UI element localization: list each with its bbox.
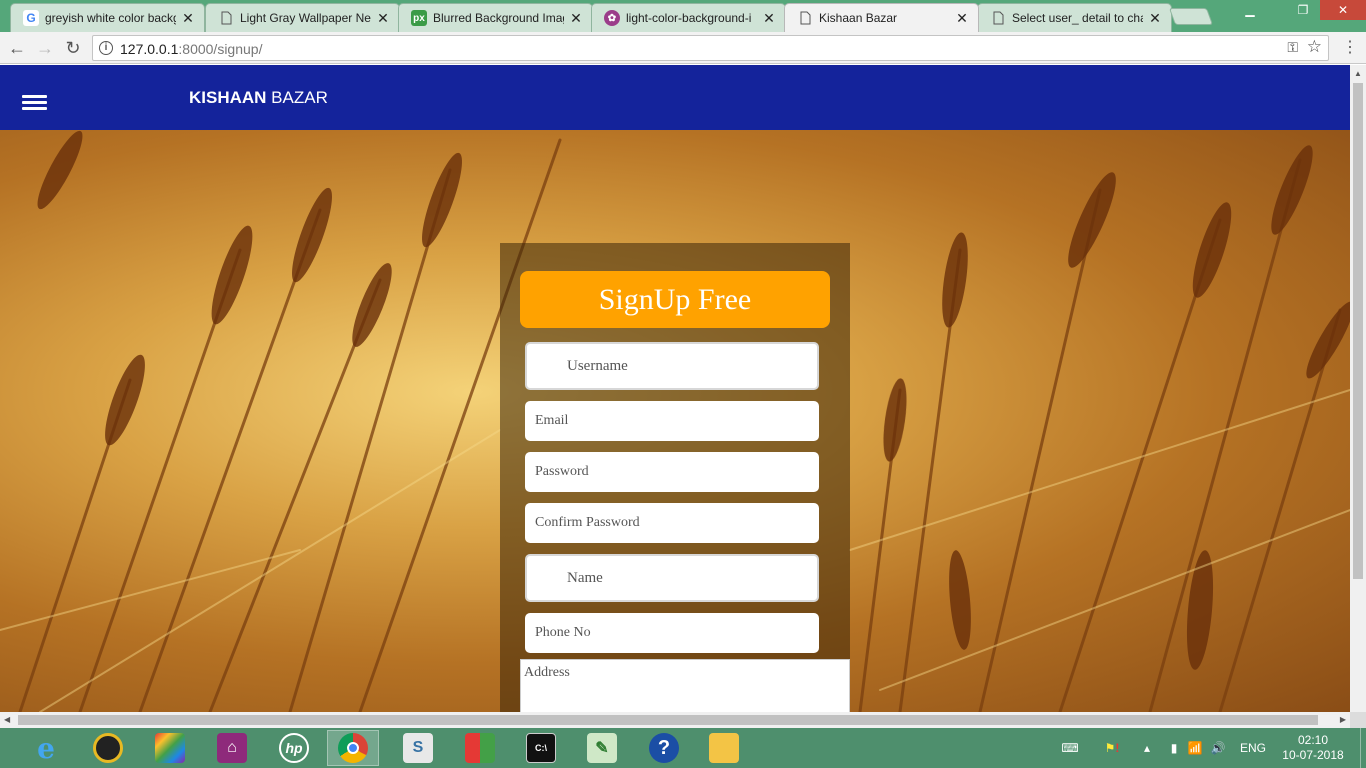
chrome-icon[interactable]: [327, 730, 379, 766]
clock-time: 02:10: [1297, 733, 1329, 747]
command-prompt-icon[interactable]: C:\: [515, 730, 567, 766]
address-placeholder: Address: [524, 665, 570, 680]
hp-icon[interactable]: hp: [268, 730, 320, 766]
python-file-icon[interactable]: S: [392, 730, 444, 766]
keyboard-icon[interactable]: ⌨: [1055, 728, 1085, 768]
scroll-up-icon[interactable]: ▲: [1354, 69, 1362, 78]
network-icon[interactable]: 📶: [1186, 728, 1204, 768]
new-tab-button[interactable]: [1168, 8, 1214, 25]
windows-taskbar: e ⌂ hp S C:\ ✎ ? ⌨ ⚑! ▴ ▮ 📶 🔊 ENG 02:10 …: [0, 728, 1366, 768]
tab-title: greyish white color backg: [45, 11, 176, 25]
scrollbar-corner: [1350, 712, 1366, 728]
tab-select-user[interactable]: Select user_ detail to char ✕: [977, 3, 1172, 32]
system-clock[interactable]: 02:10 10-07-2018: [1278, 733, 1348, 763]
menu-dots-icon[interactable]: ⋮: [1342, 37, 1358, 59]
confirm-password-placeholder: Confirm Password: [535, 515, 640, 530]
pinwheel-icon: ✿: [604, 10, 620, 26]
horizontal-scroll-thumb[interactable]: [18, 715, 1318, 725]
info-icon[interactable]: i: [99, 41, 113, 55]
tab-blurred[interactable]: px Blurred Background Imag ✕: [398, 3, 593, 32]
star-icon[interactable]: ☆: [1307, 37, 1322, 57]
scroll-right-icon[interactable]: ▶: [1340, 715, 1346, 724]
email-input[interactable]: Email: [525, 401, 819, 441]
close-icon[interactable]: ✕: [954, 10, 970, 27]
email-placeholder: Email: [535, 413, 569, 428]
tab-light-gray[interactable]: Light Gray Wallpaper Ne ✕: [205, 3, 400, 32]
projector-app-icon[interactable]: ⌂: [206, 730, 258, 766]
name-placeholder: Name: [567, 570, 603, 586]
show-desktop-button[interactable]: [1360, 728, 1366, 768]
site-navbar: KISHAAN BAZAR: [0, 65, 1350, 130]
close-window-icon[interactable]: ✕: [1320, 0, 1366, 20]
confirm-password-input[interactable]: Confirm Password: [525, 503, 819, 543]
hamburger-menu-icon[interactable]: [22, 95, 47, 110]
tab-title: Light Gray Wallpaper Ne: [240, 11, 371, 25]
url-path: :8000/signup/: [178, 41, 263, 57]
tab-strip: G greyish white color backg ✕ Light Gray…: [0, 0, 1366, 32]
username-placeholder: Username: [567, 358, 628, 374]
tab-title: Blurred Background Imag: [433, 11, 564, 25]
tab-kishaan-bazar[interactable]: Kishaan Bazar ✕: [784, 3, 979, 32]
restore-icon[interactable]: ❐: [1290, 0, 1316, 20]
minimize-icon[interactable]: ▁: [1238, 0, 1262, 20]
language-indicator[interactable]: ENG: [1236, 728, 1270, 768]
help-icon[interactable]: ?: [638, 730, 690, 766]
tab-light-color[interactable]: ✿ light-color-background-i ✕: [591, 3, 786, 32]
tab-greyish[interactable]: G greyish white color backg ✕: [10, 3, 205, 32]
tab-title: light-color-background-i: [626, 11, 752, 25]
address-bar[interactable]: i 127.0.0.1:8000/signup/ ⚿ ☆: [92, 35, 1329, 61]
vertical-scroll-thumb[interactable]: [1353, 83, 1363, 579]
close-icon[interactable]: ✕: [1147, 10, 1163, 27]
phone-input[interactable]: Phone No: [525, 613, 819, 653]
show-hidden-icons[interactable]: ▴: [1138, 728, 1156, 768]
action-center-icon[interactable]: ⚑!: [1095, 728, 1129, 768]
back-arrow-icon[interactable]: ←: [6, 37, 28, 59]
name-input[interactable]: Name: [525, 554, 819, 602]
tab-title: Kishaan Bazar: [819, 11, 898, 25]
vertical-scrollbar[interactable]: ▲: [1350, 65, 1366, 712]
tab-title: Select user_ detail to char: [1012, 11, 1143, 25]
username-input[interactable]: Username: [525, 342, 819, 390]
page-icon: [990, 10, 1006, 26]
browser-toolbar: ← → ↻ i 127.0.0.1:8000/signup/ ⚿ ☆ ⋮: [0, 32, 1366, 64]
scroll-left-icon[interactable]: ◀: [4, 715, 10, 724]
internet-explorer-icon[interactable]: e: [20, 730, 72, 766]
signup-form-panel: SignUp Free Username Email Password Conf…: [500, 243, 850, 712]
file-explorer-icon[interactable]: [698, 730, 750, 766]
brand-rest: BAZAR: [266, 88, 328, 107]
page-icon: [797, 10, 813, 26]
password-placeholder: Password: [535, 464, 589, 479]
key-icon[interactable]: ⚿: [1287, 39, 1298, 56]
close-icon[interactable]: ✕: [180, 10, 196, 27]
phone-placeholder: Phone No: [535, 625, 591, 640]
site-brand[interactable]: KISHAAN BAZAR: [189, 88, 328, 108]
password-input[interactable]: Password: [525, 452, 819, 492]
close-icon[interactable]: ✕: [761, 10, 777, 27]
brand-bold: KISHAAN: [189, 88, 267, 107]
close-icon[interactable]: ✕: [568, 10, 584, 27]
signup-heading: SignUp Free: [520, 271, 830, 328]
colors-app-icon[interactable]: [454, 730, 506, 766]
paint-app-icon[interactable]: [144, 730, 196, 766]
volume-icon[interactable]: 🔊: [1208, 728, 1228, 768]
media-player-icon[interactable]: [82, 730, 134, 766]
battery-icon[interactable]: ▮: [1165, 728, 1183, 768]
notepad-icon[interactable]: ✎: [576, 730, 628, 766]
close-icon[interactable]: ✕: [375, 10, 391, 27]
px-icon: px: [411, 10, 427, 26]
address-textarea[interactable]: Address: [520, 659, 850, 712]
horizontal-scrollbar[interactable]: ◀ ▶: [0, 712, 1350, 728]
forward-arrow-icon[interactable]: →: [34, 37, 56, 59]
google-icon: G: [23, 10, 39, 26]
clock-date: 10-07-2018: [1282, 748, 1344, 762]
page-icon: [218, 10, 234, 26]
url-text: 127.0.0.1:8000/signup/: [120, 41, 262, 57]
page-viewport: KISHAAN BAZAR SignUp Free Username Email…: [0, 65, 1350, 712]
reload-icon[interactable]: ↻: [62, 37, 84, 59]
url-host: 127.0.0.1: [120, 41, 179, 57]
